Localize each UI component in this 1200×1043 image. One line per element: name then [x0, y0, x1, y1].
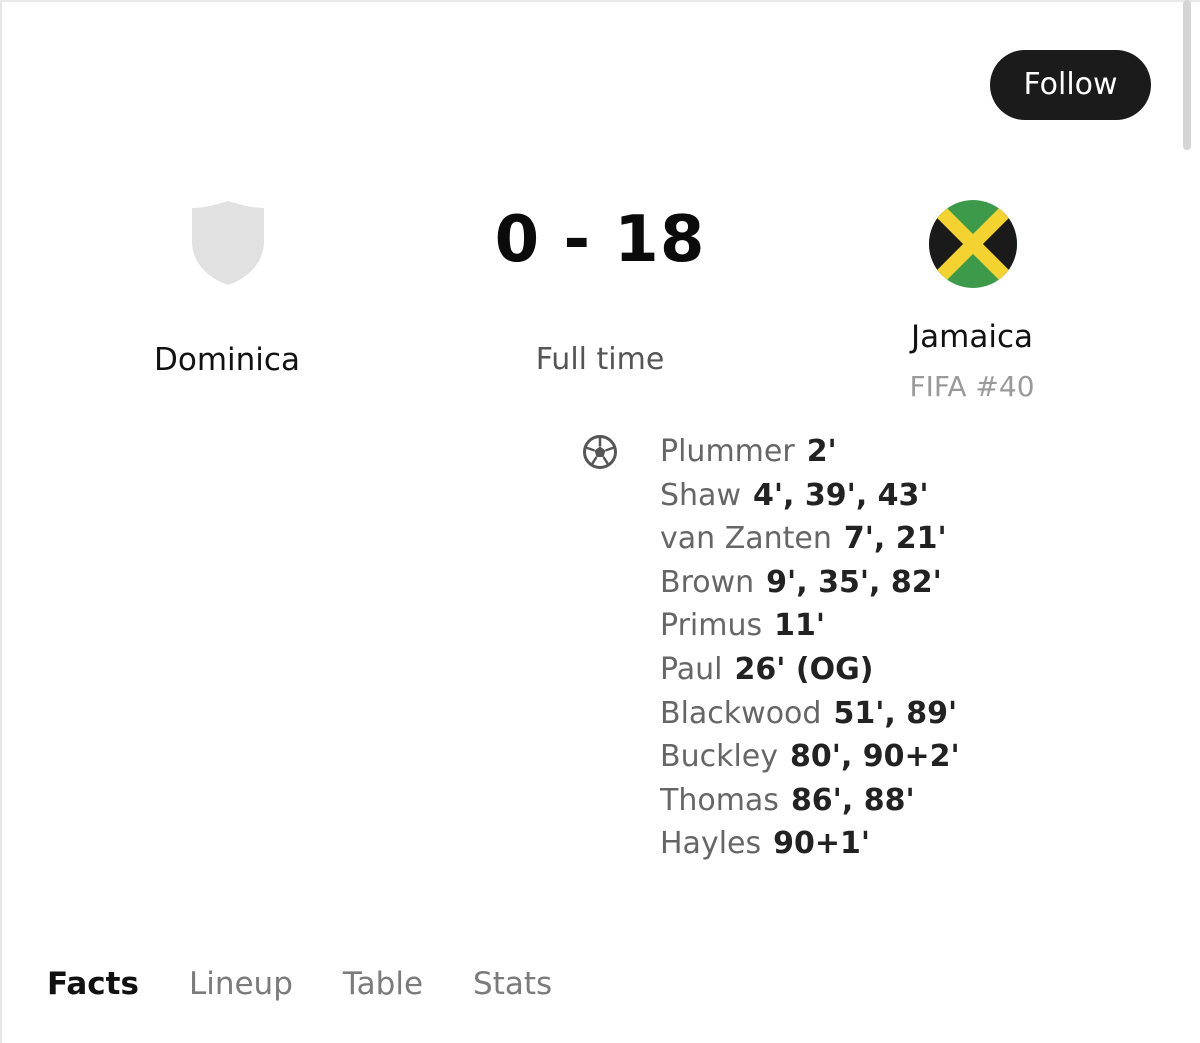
goal-minutes: 9', 35', 82': [766, 564, 942, 600]
away-team-name[interactable]: Jamaica: [872, 319, 1072, 355]
scorer-name: Brown: [660, 564, 755, 600]
scorer-name: Blackwood: [660, 695, 822, 731]
scorer-row[interactable]: van Zanten 7', 21': [660, 517, 960, 561]
tab-facts[interactable]: Facts: [47, 962, 139, 1006]
follow-button[interactable]: Follow: [990, 50, 1151, 120]
scorer-row[interactable]: Thomas 86', 88': [660, 779, 960, 823]
jamaica-flag-icon[interactable]: [928, 199, 1018, 289]
scorer-row[interactable]: Primus 11': [660, 604, 960, 648]
scorer-name: Plummer: [660, 434, 795, 469]
scorer-name: Thomas: [660, 782, 779, 818]
goal-minutes: 80', 90+2': [790, 739, 960, 775]
goal-minutes: 51', 89': [833, 695, 958, 731]
scorer-name: Paul: [660, 651, 723, 687]
away-team-fifa-rank: FIFA #40: [909, 370, 1035, 403]
scorer-name: Shaw: [660, 477, 741, 513]
goal-minutes: 26' (OG): [734, 651, 874, 687]
match-score: 0 - 18: [494, 203, 706, 277]
tab-stats[interactable]: Stats: [473, 962, 552, 1006]
tab-lineup[interactable]: Lineup: [189, 962, 293, 1006]
soccer-ball-icon: [583, 435, 617, 469]
shield-placeholder-icon[interactable]: [190, 199, 266, 287]
goal-minutes: 7', 21': [843, 521, 947, 557]
goal-minutes: 2': [806, 434, 837, 469]
goal-minutes: 86', 88': [790, 782, 915, 818]
scorer-row[interactable]: Brown 9', 35', 82': [660, 561, 960, 605]
scrollbar-thumb[interactable]: [1183, 0, 1191, 150]
left-border: [0, 0, 2, 1043]
scorer-row[interactable]: Shaw 4', 39', 43': [660, 474, 960, 518]
scorer-name: Hayles: [660, 826, 762, 862]
top-border: [0, 0, 1200, 2]
goal-minutes: 90+1': [773, 826, 871, 862]
scorer-row[interactable]: Buckley 80', 90+2': [660, 735, 960, 779]
goal-minutes: 4', 39', 43': [752, 477, 929, 513]
scorer-name: van Zanten: [660, 521, 832, 557]
scorer-row[interactable]: Paul 26' (OG): [660, 648, 960, 692]
goal-minutes: 11': [774, 608, 826, 644]
scorer-name: Primus: [660, 608, 763, 644]
scorer-name: Buckley: [660, 739, 779, 775]
match-status: Full time: [535, 342, 665, 377]
tab-table[interactable]: Table: [343, 962, 423, 1006]
scorer-row[interactable]: Hayles 90+1': [660, 822, 960, 866]
home-team-name[interactable]: Dominica: [127, 342, 327, 378]
match-tabs: Facts Lineup Table Stats: [47, 962, 602, 1006]
scorer-row[interactable]: Blackwood 51', 89': [660, 692, 960, 736]
scorer-row[interactable]: Plummer 2': [660, 430, 960, 474]
goal-scorers-list: Plummer 2' Shaw 4', 39', 43' van Zanten 7',…: [660, 430, 960, 866]
